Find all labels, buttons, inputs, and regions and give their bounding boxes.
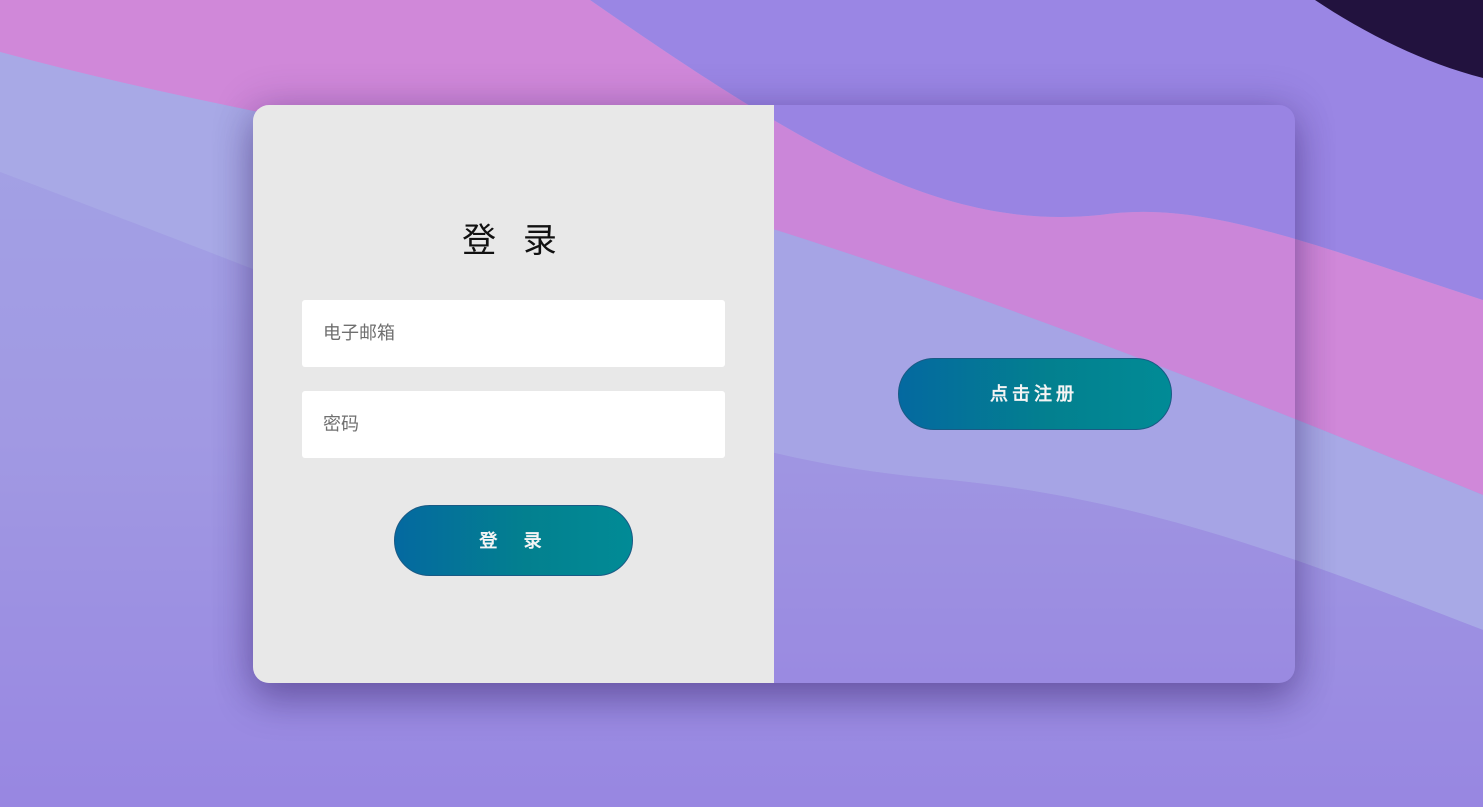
login-title: 登 录 — [462, 221, 565, 261]
auth-card: 登 录 登 录 点击注册 — [253, 105, 1295, 683]
email-input[interactable] — [302, 300, 725, 367]
register-button[interactable]: 点击注册 — [898, 358, 1172, 430]
register-overlay-panel: 点击注册 — [774, 105, 1295, 683]
password-input[interactable] — [302, 391, 725, 458]
login-form-panel: 登 录 登 录 — [253, 105, 774, 683]
login-button[interactable]: 登 录 — [394, 505, 633, 576]
